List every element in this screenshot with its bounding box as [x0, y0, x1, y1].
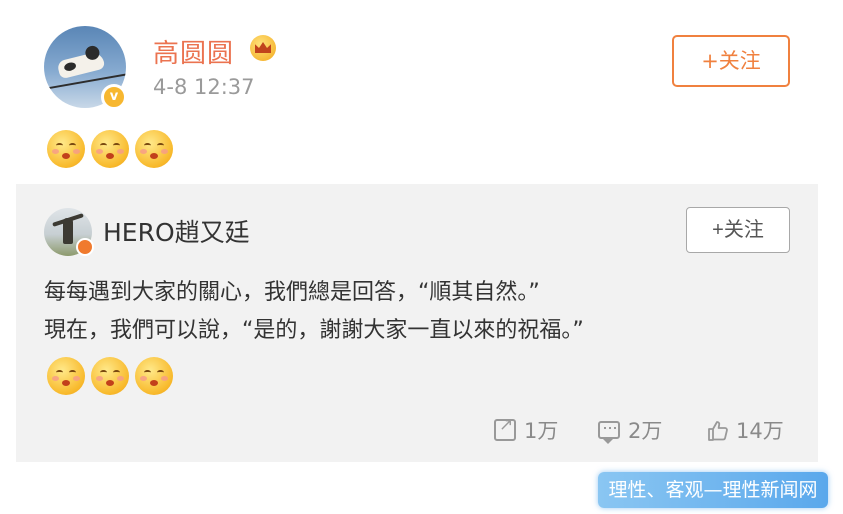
blush-emoji-icon — [135, 130, 173, 168]
comment-count: 2万 — [628, 419, 663, 443]
blush-emoji-icon — [47, 357, 85, 395]
thumbs-up-icon — [706, 419, 728, 441]
verified-orange-badge-icon — [76, 238, 94, 256]
post-timestamp[interactable]: 4-8 12:37 — [153, 75, 255, 99]
comment-icon — [598, 421, 620, 444]
repost-emoji-row — [47, 357, 173, 395]
verified-badge-icon: v — [101, 84, 127, 110]
repost-count: 1万 — [524, 419, 559, 443]
follow-button[interactable]: +关注 — [672, 35, 790, 87]
repost-text: 每每遇到大家的關心，我們總是回答，“順其自然。” 現在，我們可以說，“是的，謝謝… — [44, 274, 804, 350]
share-icon — [494, 415, 516, 441]
crown-icon — [250, 35, 276, 61]
repost-follow-button[interactable]: +关注 — [686, 207, 790, 253]
weibo-post: v 高圆圆 4-8 12:37 +关注 HERO趙又廷 +关注 每每遇到大家的關… — [0, 0, 843, 514]
blush-emoji-icon — [91, 130, 129, 168]
like-count: 14万 — [736, 419, 784, 443]
like-action[interactable]: 14万 — [706, 414, 784, 446]
repost-author-name[interactable]: HERO趙又廷 — [103, 213, 250, 249]
blush-emoji-icon — [91, 357, 129, 395]
repost-text-line: 現在，我們可以說，“是的，謝謝大家一直以來的祝福。” — [44, 318, 584, 343]
repost-action[interactable]: 1万 — [494, 414, 558, 446]
comment-action[interactable]: 2万 — [598, 414, 662, 446]
site-watermark: 理性、客观—理性新闻网 — [598, 472, 828, 508]
post-emoji-row — [47, 130, 173, 168]
author-name[interactable]: 高圆圆 — [153, 33, 234, 70]
blush-emoji-icon — [135, 357, 173, 395]
blush-emoji-icon — [47, 130, 85, 168]
repost-text-line: 每每遇到大家的關心，我們總是回答，“順其自然。” — [44, 280, 540, 305]
